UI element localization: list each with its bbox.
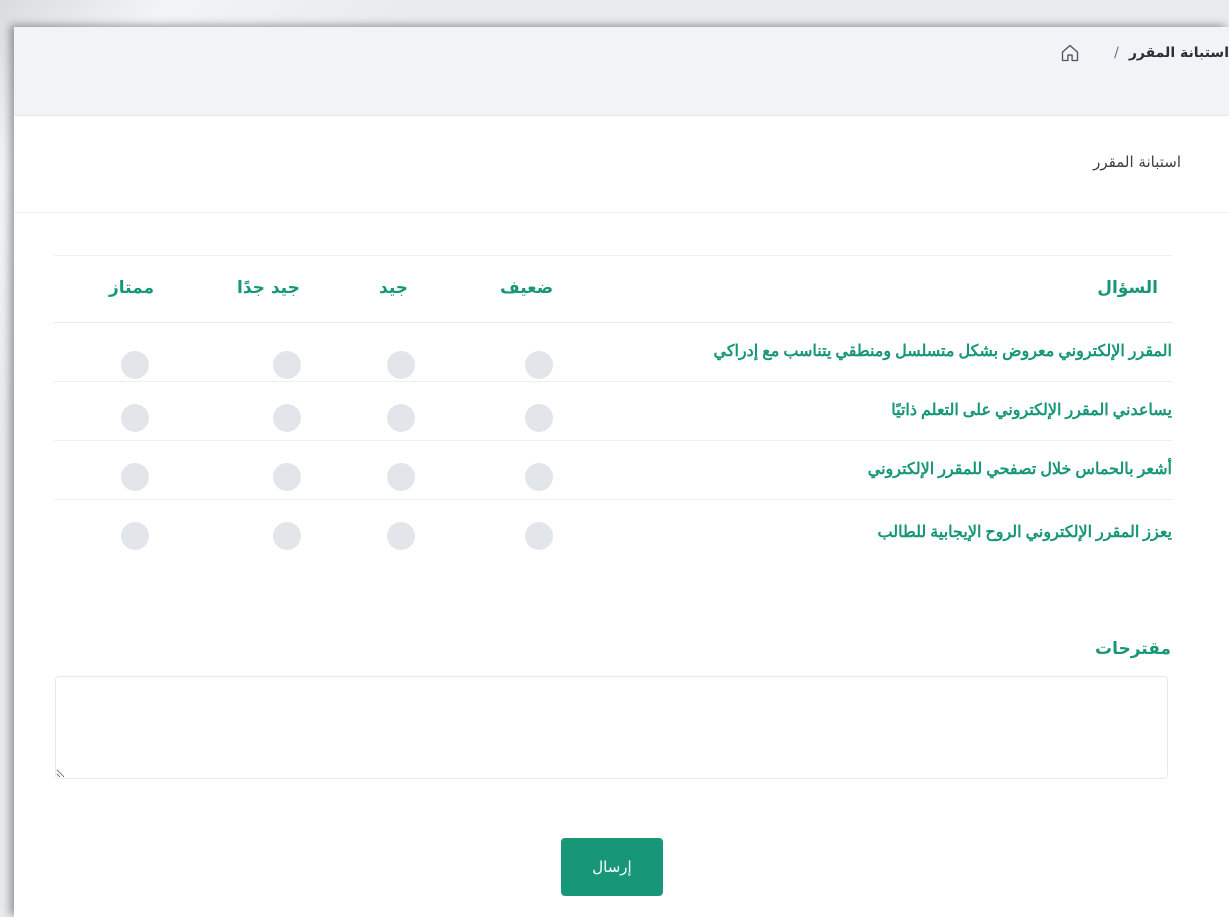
page-title: استبانة المقرر	[1093, 153, 1181, 171]
radio-very-good[interactable]	[273, 351, 301, 379]
table-row: المقرر الإلكتروني معروض بشكل متسلسل ومنط…	[54, 323, 1172, 382]
radio-good[interactable]	[387, 463, 415, 491]
header-question: السؤال	[1097, 278, 1158, 298]
radio-good[interactable]	[387, 351, 415, 379]
radio-very-good[interactable]	[273, 404, 301, 432]
radio-very-good[interactable]	[273, 463, 301, 491]
question-text: المقرر الإلكتروني معروض بشكل متسلسل ومنط…	[713, 343, 1172, 360]
screen-frame: / استبانة المقرر استبانة المقرر السؤال ض…	[0, 0, 1229, 917]
radio-poor[interactable]	[525, 463, 553, 491]
question-text: أشعر بالحماس خلال تصفحي للمقرر الإلكترون…	[867, 461, 1172, 478]
radio-very-good[interactable]	[273, 522, 301, 550]
radio-excellent[interactable]	[121, 463, 149, 491]
suggestions-label: مقترحات	[1095, 639, 1171, 659]
table-row: أشعر بالحماس خلال تصفحي للمقرر الإلكترون…	[54, 441, 1172, 500]
survey-table: السؤال ضعيف جيد جيد جدًا ممتاز المقرر ال…	[54, 255, 1172, 558]
suggestions-textarea[interactable]	[55, 676, 1168, 779]
question-text: يعزز المقرر الإلكتروني الروح الإيجابية ل…	[877, 524, 1172, 541]
radio-good[interactable]	[387, 522, 415, 550]
top-bar: / استبانة المقرر	[14, 27, 1229, 116]
home-icon[interactable]	[1060, 43, 1080, 63]
radio-excellent[interactable]	[121, 522, 149, 550]
submit-button[interactable]: إرسال	[561, 838, 663, 896]
card-header: استبانة المقرر	[14, 115, 1229, 213]
question-text: يساعدني المقرر الإلكتروني على التعلم ذات…	[891, 402, 1172, 419]
radio-poor[interactable]	[525, 404, 553, 432]
breadcrumb: / استبانة المقرر	[1050, 41, 1229, 65]
radio-poor[interactable]	[525, 522, 553, 550]
radio-excellent[interactable]	[121, 404, 149, 432]
header-very-good: جيد جدًا	[237, 278, 300, 298]
table-row: يعزز المقرر الإلكتروني الروح الإيجابية ل…	[54, 500, 1172, 558]
radio-excellent[interactable]	[121, 351, 149, 379]
breadcrumb-separator: /	[1114, 45, 1119, 61]
page-window: / استبانة المقرر استبانة المقرر السؤال ض…	[14, 27, 1229, 917]
radio-poor[interactable]	[525, 351, 553, 379]
table-header: السؤال ضعيف جيد جيد جدًا ممتاز	[54, 255, 1172, 323]
header-poor: ضعيف	[500, 278, 554, 298]
breadcrumb-current: استبانة المقرر	[1128, 45, 1229, 61]
radio-good[interactable]	[387, 404, 415, 432]
table-row: يساعدني المقرر الإلكتروني على التعلم ذات…	[54, 382, 1172, 441]
header-good: جيد	[379, 278, 409, 298]
header-excellent: ممتاز	[109, 278, 155, 298]
